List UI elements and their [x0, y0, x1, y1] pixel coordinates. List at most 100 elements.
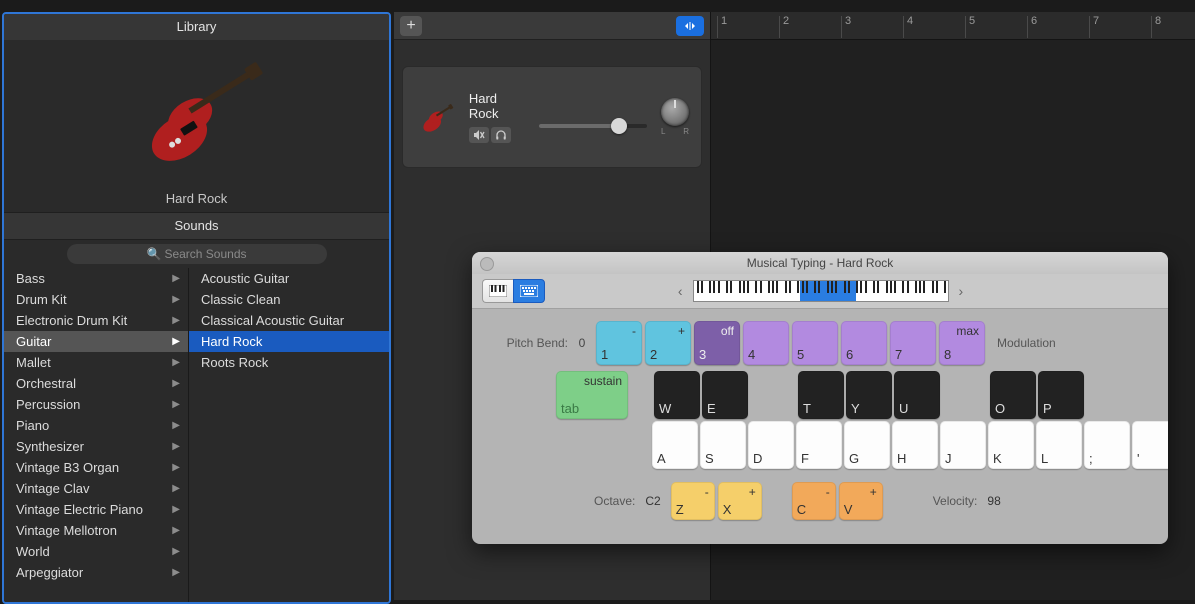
category-item[interactable]: Synthesizer▶	[4, 436, 188, 457]
library-category-list[interactable]: Bass▶Drum Kit▶Electronic Drum Kit▶Guitar…	[4, 268, 189, 604]
key-bottom-label: '	[1137, 451, 1168, 466]
track-header-toolbar: +	[394, 12, 710, 40]
category-item[interactable]: Vintage Mellotron▶	[4, 520, 188, 541]
close-icon[interactable]	[480, 257, 494, 271]
preset-item[interactable]: Acoustic Guitar	[189, 268, 389, 289]
preset-item[interactable]: Hard Rock	[189, 331, 389, 352]
search-input[interactable]: 🔍Search Sounds	[67, 244, 327, 264]
piano-white-key[interactable]: ;	[1084, 421, 1130, 469]
pitch-bend-zero: 0	[574, 336, 590, 350]
piano-black-key[interactable]: P	[1038, 371, 1084, 419]
category-item-label: Guitar	[16, 331, 51, 352]
piano-white-key[interactable]: F	[796, 421, 842, 469]
piano-black-key[interactable]: Y	[846, 371, 892, 419]
category-item-label: Orchestral	[16, 373, 76, 394]
octave-key[interactable]: +X	[718, 482, 762, 520]
typing-toolbar: ‹ ›	[472, 274, 1168, 309]
velocity-key[interactable]: +V	[839, 482, 883, 520]
volume-thumb[interactable]	[611, 118, 627, 134]
chevron-right-icon: ▶	[172, 352, 180, 373]
pan-l-label: L	[661, 127, 665, 136]
pan-knob[interactable]	[661, 98, 689, 126]
keyboard-icon	[520, 285, 538, 297]
category-item[interactable]: Vintage Clav▶	[4, 478, 188, 499]
piano-white-key[interactable]: S	[700, 421, 746, 469]
category-item-label: Arpeggiator	[16, 562, 83, 583]
piano-white-key[interactable]: D	[748, 421, 794, 469]
solo-button[interactable]	[491, 127, 511, 143]
ruler-number: 8	[1155, 15, 1161, 27]
piano-white-key[interactable]: J	[940, 421, 986, 469]
headphones-icon	[495, 130, 507, 140]
pan-r-label: R	[683, 127, 689, 136]
key-bottom-label: G	[849, 451, 885, 466]
mute-button[interactable]	[469, 127, 489, 143]
timeline-ruler[interactable]: 12345678	[711, 12, 1195, 40]
chevron-right-icon: ▶	[172, 499, 180, 520]
category-item[interactable]: Vintage B3 Organ▶	[4, 457, 188, 478]
category-item[interactable]: Arpeggiator▶	[4, 562, 188, 583]
piano-view-button[interactable]	[482, 279, 513, 303]
category-item[interactable]: World▶	[4, 541, 188, 562]
octave-key[interactable]: -Z	[671, 482, 715, 520]
key-bottom-label: J	[945, 451, 981, 466]
sustain-key[interactable]: sustaintab	[556, 371, 628, 419]
key-bottom-label: 3	[699, 347, 735, 362]
key-top-label: -	[632, 324, 636, 338]
category-item[interactable]: Piano▶	[4, 415, 188, 436]
key-bottom-label: O	[995, 401, 1031, 416]
piano-white-key[interactable]: G	[844, 421, 890, 469]
key-bottom-label: Y	[851, 401, 887, 416]
piano-black-key[interactable]: O	[990, 371, 1036, 419]
add-track-button[interactable]: +	[400, 16, 422, 36]
modulation-key[interactable]: 5	[792, 321, 838, 365]
category-item[interactable]: Mallet▶	[4, 352, 188, 373]
category-item[interactable]: Percussion▶	[4, 394, 188, 415]
piano-white-key[interactable]: H	[892, 421, 938, 469]
category-item[interactable]: Electronic Drum Kit▶	[4, 310, 188, 331]
chevron-right-icon: ▶	[172, 541, 180, 562]
volume-slider[interactable]	[539, 124, 647, 128]
modulation-key[interactable]: 6	[841, 321, 887, 365]
library-panel: Library Hard Rock Sounds 🔍Search Sounds …	[2, 12, 391, 604]
key-bottom-label: V	[844, 502, 878, 517]
typing-titlebar[interactable]: Musical Typing - Hard Rock	[472, 252, 1168, 274]
track-instrument-icon	[415, 88, 455, 146]
library-preset-list[interactable]: Acoustic GuitarClassic CleanClassical Ac…	[189, 268, 389, 604]
piano-icon	[489, 285, 507, 297]
modulation-key[interactable]: off3	[694, 321, 740, 365]
piano-black-key[interactable]: E	[702, 371, 748, 419]
modulation-key[interactable]: 7	[890, 321, 936, 365]
modulation-key[interactable]: 4	[743, 321, 789, 365]
track-collapse-button[interactable]	[676, 16, 704, 36]
pitch-bend-key[interactable]: +2	[645, 321, 691, 365]
piano-black-key[interactable]: T	[798, 371, 844, 419]
category-item[interactable]: Bass▶	[4, 268, 188, 289]
modulation-key[interactable]: max8	[939, 321, 985, 365]
piano-white-key[interactable]: A	[652, 421, 698, 469]
pitch-bend-key[interactable]: -1	[596, 321, 642, 365]
key-bottom-label: ;	[1089, 451, 1125, 466]
keyboard-range[interactable]	[693, 280, 949, 302]
keyboard-view-button[interactable]	[513, 279, 545, 303]
category-item[interactable]: Guitar▶	[4, 331, 188, 352]
piano-white-key[interactable]: K	[988, 421, 1034, 469]
key-bottom-label: W	[659, 401, 695, 416]
range-next-button[interactable]: ›	[955, 283, 968, 299]
range-prev-button[interactable]: ‹	[674, 283, 687, 299]
category-item[interactable]: Orchestral▶	[4, 373, 188, 394]
collapse-icon	[682, 20, 698, 32]
preset-item[interactable]: Classical Acoustic Guitar	[189, 310, 389, 331]
piano-black-key[interactable]: W	[654, 371, 700, 419]
ruler-number: 6	[1031, 15, 1037, 27]
key-bottom-label: C	[797, 502, 831, 517]
track-row[interactable]: Hard Rock	[402, 66, 702, 168]
preset-item[interactable]: Roots Rock	[189, 352, 389, 373]
category-item[interactable]: Vintage Electric Piano▶	[4, 499, 188, 520]
preset-item[interactable]: Classic Clean	[189, 289, 389, 310]
velocity-key[interactable]: -C	[792, 482, 836, 520]
piano-white-key[interactable]: '	[1132, 421, 1168, 469]
piano-white-key[interactable]: L	[1036, 421, 1082, 469]
category-item[interactable]: Drum Kit▶	[4, 289, 188, 310]
piano-black-key[interactable]: U	[894, 371, 940, 419]
